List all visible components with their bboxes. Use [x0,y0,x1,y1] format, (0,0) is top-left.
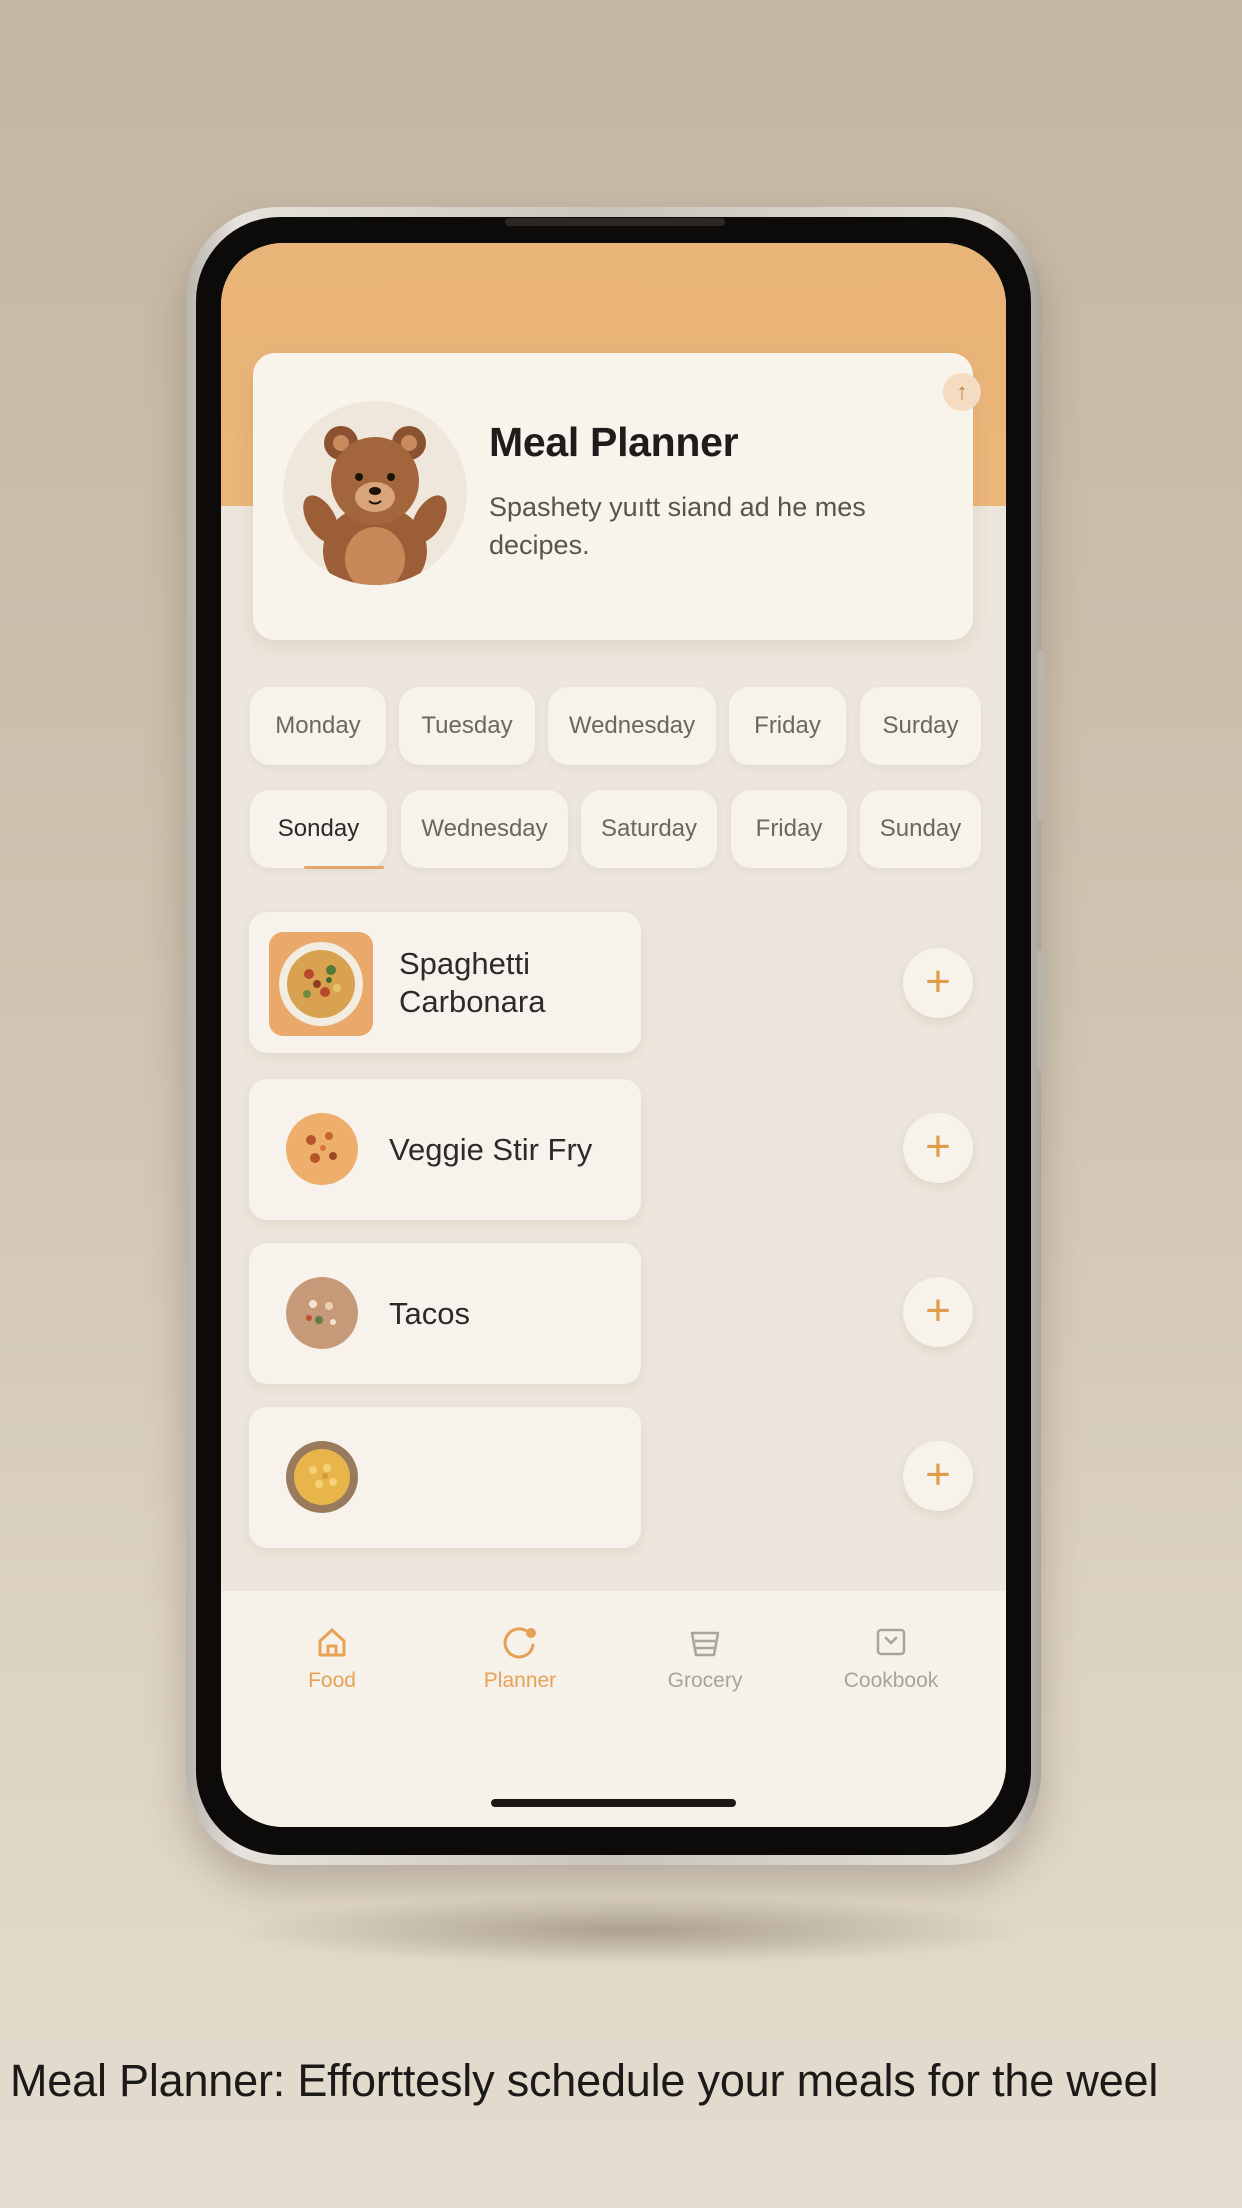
cookbook-icon [876,1628,906,1656]
home-icon [318,1628,346,1657]
promo-caption: Meal Planner: Efforttesly schedule your … [10,2055,1159,2106]
phone-speaker [505,218,725,226]
nav-item-food[interactable]: Food [262,1621,402,1693]
add-meal-button[interactable]: + [903,1441,973,1511]
meal-name: Veggie Stir Fry [389,1132,593,1167]
day-chip-sunday[interactable]: Sunday [860,790,981,868]
nav-item-grocery[interactable]: Grocery [635,1621,775,1693]
grain-bowl-icon [286,1441,358,1513]
selected-day-indicator [304,866,384,869]
day-chip-surday[interactable]: Surday [860,687,981,765]
bottom-nav: Food Planner Grocery Cookbook [221,1591,1006,1827]
meal-name: Spaghetti Carbonara [399,946,546,1019]
meal-card-tacos[interactable]: Tacos [249,1243,641,1384]
meal-card-veggie-stir-fry[interactable]: Veggie Stir Fry [249,1079,641,1220]
side-button-upper [1037,650,1045,820]
nav-item-cookbook[interactable]: Cookbook [821,1621,961,1693]
app-screen: Meal Planner Spashety yuıtt siand ad he … [221,243,1006,1827]
bear-avatar [283,401,467,585]
meal-name: Tacos [389,1296,470,1331]
day-chip-monday[interactable]: Monday [250,687,386,765]
day-chip-tuesday[interactable]: Tuesday [399,687,535,765]
add-meal-button[interactable]: + [903,1113,973,1183]
card-title: Meal Planner [489,419,739,465]
day-chip-friday-2[interactable]: Friday [731,790,847,868]
pasta-bowl-icon [279,942,363,1026]
meal-thumbnail [269,932,373,1036]
day-chip-sonday[interactable]: Sonday [250,790,387,869]
meal-planner-card: Meal Planner Spashety yuıtt siand ad he … [253,353,981,640]
stir-fry-icon [286,1113,358,1185]
phone-shadow [230,1895,1030,1965]
side-button-lower [1037,950,1045,1070]
card-subtitle: Spashety yuıtt siand ad he mes decipes. [489,492,866,560]
planner-icon [503,1627,536,1659]
add-meal-button[interactable]: + [903,1277,973,1347]
day-chip-wednesday[interactable]: Wednesday [548,687,716,765]
day-chip-friday[interactable]: Friday [729,687,846,765]
bear-mascot-icon [303,426,447,585]
nav-label-grocery: Grocery [667,1669,743,1692]
home-indicator[interactable] [491,1799,736,1807]
nav-label-food: Food [308,1669,356,1692]
card-badge-icon[interactable]: ↑ [943,373,981,411]
nav-item-planner[interactable]: Planner [450,1621,590,1693]
day-chip-wednesday-2[interactable]: Wednesday [401,790,568,868]
meal-card-empty[interactable] [249,1407,641,1548]
grocery-basket-icon [690,1631,720,1657]
nav-label-cookbook: Cookbook [843,1669,939,1692]
meal-card-spaghetti[interactable]: Spaghetti Carbonara [249,912,641,1053]
nav-label-planner: Planner [483,1669,557,1692]
day-chip-saturday[interactable]: Saturday [581,790,717,868]
day-chip-sonday-label: Sonday [277,815,360,842]
add-meal-button[interactable]: + [903,948,973,1018]
tacos-icon [286,1277,358,1349]
